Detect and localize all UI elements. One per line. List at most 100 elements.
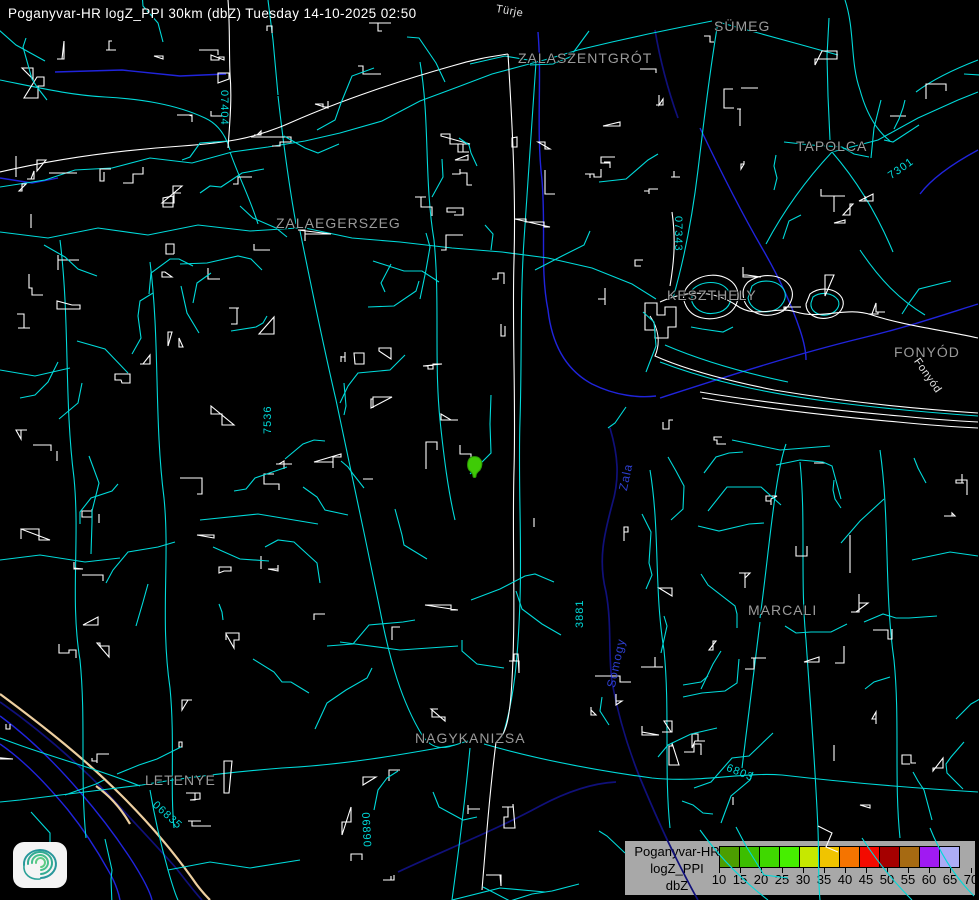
city-label-tapolca: TAPOLCA bbox=[796, 138, 867, 154]
legend-tick-label: 40 bbox=[834, 872, 856, 887]
settlement-outline bbox=[452, 169, 472, 185]
settlement-outline bbox=[796, 546, 807, 556]
settlement-outline bbox=[16, 430, 27, 439]
road-line bbox=[845, 0, 890, 141]
minor-road-line bbox=[599, 154, 658, 182]
county-boundaries-layer bbox=[0, 30, 698, 900]
settlement-outline bbox=[298, 230, 331, 241]
minor-road-line bbox=[785, 624, 847, 633]
settlement-outline bbox=[601, 157, 615, 168]
settlement-outline bbox=[458, 144, 469, 152]
city-label-zalaszentgrot: ZALASZENTGRÓT bbox=[518, 50, 652, 66]
settlement-outline bbox=[233, 177, 252, 184]
settlement-outline bbox=[19, 184, 26, 191]
road-number-label-06835: 06835 bbox=[150, 799, 184, 832]
settlement-outline bbox=[745, 658, 766, 669]
river-line bbox=[0, 178, 58, 183]
county-boundary-line bbox=[655, 30, 678, 118]
settlement-outline bbox=[268, 565, 278, 571]
minor-road-line bbox=[374, 771, 398, 810]
settlement-outline bbox=[180, 478, 202, 494]
settlement-outline bbox=[229, 308, 239, 324]
settlement-outline bbox=[515, 219, 550, 227]
settlement-outline bbox=[616, 694, 622, 705]
road-number-label-7536: 7536 bbox=[262, 406, 274, 434]
road-number-label-3881: 3881 bbox=[574, 600, 586, 628]
settlement-outline bbox=[821, 189, 845, 212]
settlement-outline bbox=[100, 169, 111, 181]
minor-road-line bbox=[776, 460, 841, 499]
railway-line bbox=[0, 54, 508, 172]
road-line bbox=[748, 281, 785, 312]
minor-road-line bbox=[470, 395, 491, 474]
settlement-outline bbox=[272, 137, 291, 146]
road-line bbox=[650, 470, 670, 828]
settlement-outline bbox=[254, 244, 270, 250]
road-line bbox=[0, 225, 298, 238]
settlement-outline bbox=[82, 509, 92, 517]
minor-road-line bbox=[902, 281, 951, 314]
minor-road-line bbox=[530, 31, 589, 65]
settlement-outline bbox=[97, 643, 109, 657]
settlement-outline bbox=[425, 605, 458, 610]
motorway-line bbox=[96, 786, 130, 824]
settlement-outline bbox=[106, 41, 116, 50]
settlement-outline bbox=[166, 244, 174, 254]
settlement-outline bbox=[371, 397, 392, 408]
settlement-outline bbox=[140, 355, 150, 364]
railway-line bbox=[660, 293, 978, 338]
city-label-fonyod: FONYÓD bbox=[894, 344, 960, 360]
settlement-outline bbox=[33, 445, 51, 451]
settlement-outline bbox=[956, 474, 967, 495]
road-number-label-6803: 6803 bbox=[725, 762, 756, 784]
legend-radar-name: Poganyvar-HR bbox=[633, 843, 721, 860]
minor-road-line bbox=[368, 281, 419, 307]
railway-line bbox=[482, 54, 515, 890]
settlement-outline bbox=[624, 527, 628, 541]
city-label-keszthely: KESZTHELY bbox=[667, 287, 757, 303]
minor-road-line bbox=[471, 574, 554, 600]
road-line bbox=[278, 96, 296, 224]
legend-tick-label: 65 bbox=[939, 872, 961, 887]
settlement-outline bbox=[502, 804, 515, 828]
road-line bbox=[0, 555, 120, 562]
city-label-sumeg: SÜMEG bbox=[714, 18, 770, 34]
settlement-outline bbox=[363, 777, 376, 785]
settlement-outline bbox=[460, 445, 471, 458]
settlement-outline bbox=[199, 50, 218, 55]
settlement-outline bbox=[595, 676, 631, 682]
settlement-outlines-layer bbox=[0, 23, 967, 886]
settlement-outline bbox=[873, 629, 892, 639]
settlement-outline bbox=[741, 161, 744, 169]
legend-tick-label: 30 bbox=[792, 872, 814, 887]
road-line bbox=[150, 790, 178, 900]
settlement-outline bbox=[815, 51, 837, 65]
settlement-outline bbox=[219, 567, 231, 573]
settlement-outline bbox=[426, 442, 437, 469]
settlement-outline bbox=[182, 700, 192, 710]
railway-line bbox=[670, 212, 674, 286]
legend-tick-label: 10 bbox=[708, 872, 730, 887]
settlement-outline bbox=[358, 66, 381, 74]
city-label-letenye: LETENYE bbox=[145, 772, 216, 788]
road-line bbox=[0, 21, 712, 187]
railway-line bbox=[650, 316, 978, 413]
settlement-outline bbox=[656, 95, 663, 105]
settlement-outline bbox=[6, 724, 10, 729]
settlement-outline bbox=[872, 712, 876, 724]
minor-road-line bbox=[708, 487, 781, 511]
settlement-outline bbox=[379, 348, 391, 359]
settlement-outline bbox=[188, 821, 211, 826]
city-label-marcali: MARCALI bbox=[748, 602, 817, 618]
settlement-outline bbox=[545, 170, 555, 194]
legend-color-swatch bbox=[919, 846, 940, 868]
roads-layer bbox=[0, 0, 978, 900]
legend-tick-label: 15 bbox=[729, 872, 751, 887]
legend-color-swatch bbox=[759, 846, 780, 868]
settlement-outline bbox=[59, 644, 76, 658]
minor-road-line bbox=[284, 136, 339, 153]
settlement-outline bbox=[835, 646, 844, 663]
road-number-label-06890: 06890 bbox=[359, 812, 373, 848]
minor-road-line bbox=[77, 341, 128, 373]
settlement-outline bbox=[834, 220, 845, 223]
